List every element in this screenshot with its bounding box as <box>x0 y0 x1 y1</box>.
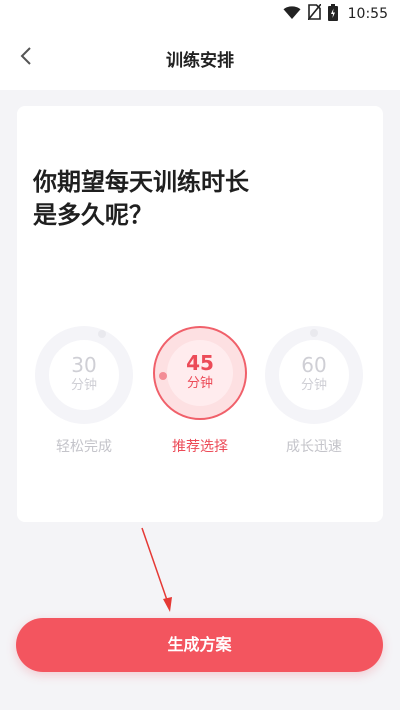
question-line-2: 是多久呢？ <box>33 201 153 229</box>
status-bar: 10:55 <box>0 0 400 28</box>
option-ring: 30 分钟 <box>35 326 133 424</box>
battery-icon <box>327 3 338 25</box>
nav-bar: 训练安排 <box>0 28 400 90</box>
duration-card: 你期望每天训练时长 是多久呢？ 30 分钟 轻松完成 45 分钟 推荐选择 60 <box>17 106 383 522</box>
option-60-min[interactable]: 60 分钟 成长迅速 <box>265 326 363 456</box>
option-ring: 60 分钟 <box>265 326 363 424</box>
option-label: 推荐选择 <box>172 439 228 455</box>
option-unit: 分钟 <box>70 378 97 393</box>
status-icons: 10:55 <box>283 3 388 25</box>
generate-plan-button[interactable]: 生成方案 <box>16 618 383 672</box>
ring-knob <box>98 330 106 338</box>
option-label: 成长迅速 <box>286 439 342 455</box>
ring-knob <box>310 329 318 337</box>
status-time: 10:55 <box>347 6 388 22</box>
question-line-1: 你期望每天训练时长 <box>33 168 249 196</box>
option-30-min[interactable]: 30 分钟 轻松完成 <box>35 326 133 456</box>
option-ring: 45 分钟 <box>153 326 247 420</box>
option-value: 45 <box>186 351 214 375</box>
wifi-icon <box>283 5 301 24</box>
option-value: 30 <box>71 353 97 377</box>
option-45-min[interactable]: 45 分钟 推荐选择 <box>151 326 249 456</box>
page-title: 训练安排 <box>166 51 234 71</box>
question-text: 你期望每天训练时长 是多久呢？ <box>33 166 333 232</box>
option-label: 轻松完成 <box>56 439 112 455</box>
option-value: 60 <box>301 353 327 377</box>
no-sim-icon <box>307 3 322 24</box>
option-unit: 分钟 <box>186 376 213 391</box>
option-unit: 分钟 <box>300 378 327 393</box>
